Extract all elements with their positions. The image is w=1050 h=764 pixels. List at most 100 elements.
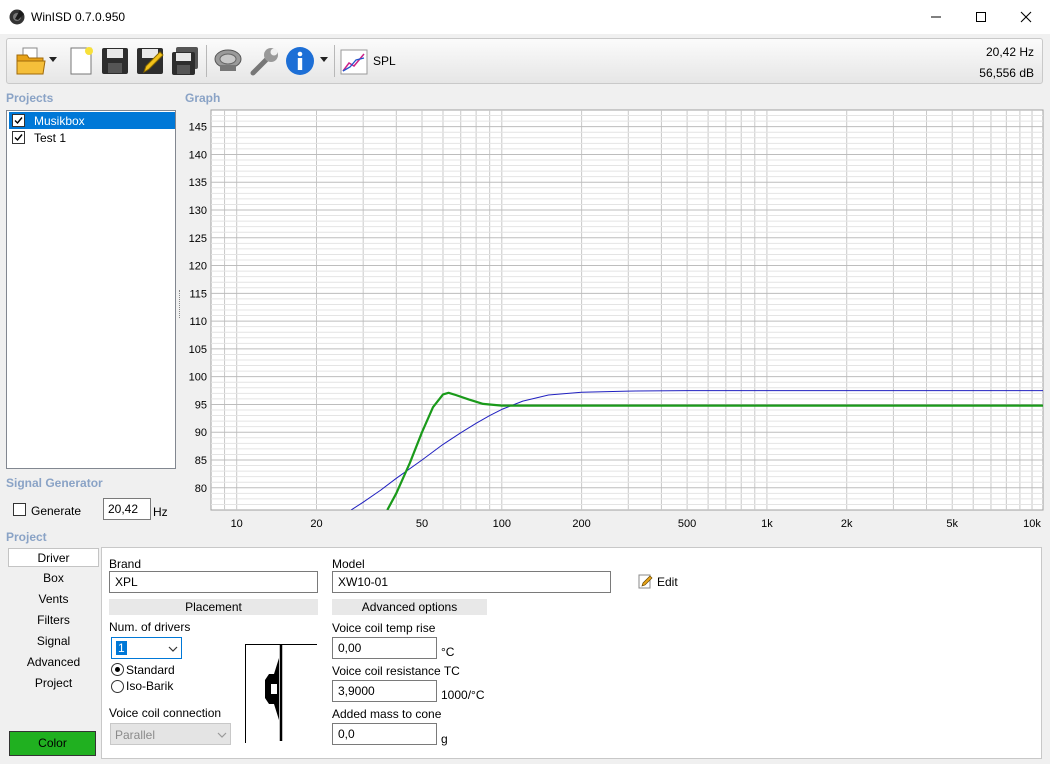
checkmark-icon bbox=[14, 117, 23, 125]
x-tick-label: 1k bbox=[761, 518, 773, 530]
temp-rise-input[interactable]: 0,00 bbox=[332, 637, 437, 659]
nav-vents[interactable]: Vents bbox=[8, 590, 99, 609]
info-dropdown-chevron-icon[interactable] bbox=[320, 57, 328, 63]
project-checkbox[interactable] bbox=[12, 114, 25, 127]
y-tick-label: 105 bbox=[189, 344, 207, 356]
driver-icon[interactable] bbox=[212, 45, 244, 77]
toolbar: SPL bbox=[6, 38, 1043, 84]
resistance-tc-label: Voice coil resistance TC bbox=[332, 664, 460, 678]
x-tick-label: 50 bbox=[416, 518, 428, 530]
color-button[interactable]: Color bbox=[9, 731, 96, 756]
num-drivers-value: 1 bbox=[116, 641, 127, 655]
driver-panel: Brand XPL Model XW10-01 Edit Placement N… bbox=[101, 547, 1042, 759]
save-as-icon[interactable] bbox=[134, 45, 166, 77]
minimize-button[interactable] bbox=[913, 0, 959, 34]
minimize-icon bbox=[931, 16, 941, 18]
graph-heading: Graph bbox=[185, 91, 221, 105]
project-nav: Driver Box Vents Filters Signal Advanced… bbox=[6, 546, 99, 758]
project-label: Musikbox bbox=[31, 114, 88, 128]
y-tick-label: 90 bbox=[195, 427, 207, 439]
advanced-options-header: Advanced options bbox=[332, 599, 487, 615]
isobarik-label: Iso-Barik bbox=[126, 679, 174, 693]
info-icon[interactable] bbox=[284, 45, 316, 77]
voice-coil-connection-value: Parallel bbox=[115, 728, 156, 742]
y-tick-label: 140 bbox=[189, 149, 207, 161]
title-bar: WinISD 0.7.0.950 bbox=[0, 0, 1050, 34]
project-heading: Project bbox=[6, 530, 47, 544]
standard-label: Standard bbox=[126, 663, 175, 677]
close-button[interactable] bbox=[1003, 0, 1049, 34]
resistance-tc-unit: 1000/°C bbox=[441, 688, 485, 702]
project-item-musikbox[interactable]: Musikbox bbox=[9, 112, 175, 129]
spl-graph-button[interactable]: SPL bbox=[340, 45, 400, 77]
y-tick-label: 125 bbox=[189, 233, 207, 245]
y-tick-label: 80 bbox=[195, 483, 207, 495]
x-tick-label: 200 bbox=[572, 518, 590, 530]
y-tick-label: 145 bbox=[189, 122, 207, 134]
generator-frequency-input[interactable]: 20,42 bbox=[103, 498, 151, 520]
temp-rise-unit: °C bbox=[441, 645, 455, 659]
open-dropdown-chevron-icon[interactable] bbox=[49, 57, 57, 63]
project-checkbox[interactable] bbox=[12, 131, 25, 144]
x-tick-label: 5k bbox=[946, 518, 958, 530]
x-tick-label: 10k bbox=[1023, 518, 1041, 530]
spl-graph[interactable]: 80 85 90 95 100 105 110 115 120 125 130 135 140 145 10… bbox=[180, 106, 1044, 538]
maximize-button[interactable] bbox=[958, 0, 1004, 34]
projects-list[interactable]: Musikbox Test 1 bbox=[6, 110, 176, 469]
edit-driver-button[interactable]: Edit bbox=[638, 573, 698, 591]
generate-checkbox[interactable] bbox=[13, 503, 26, 516]
generate-label: Generate bbox=[31, 504, 82, 518]
app-logo-icon bbox=[9, 9, 25, 25]
brand-field[interactable]: XPL bbox=[109, 571, 318, 593]
x-tick-label: 10 bbox=[231, 518, 243, 530]
y-tick-label: 130 bbox=[189, 205, 207, 217]
cursor-level-readout: 56,556 dB bbox=[979, 66, 1034, 80]
save-all-icon[interactable] bbox=[169, 45, 201, 77]
edit-pencil-icon bbox=[638, 574, 653, 589]
generator-frequency-unit: Hz bbox=[153, 505, 168, 519]
y-tick-label: 115 bbox=[189, 288, 207, 300]
new-document-icon[interactable] bbox=[65, 45, 97, 77]
save-icon[interactable] bbox=[99, 45, 131, 77]
resistance-tc-input[interactable]: 3,9000 bbox=[332, 680, 437, 702]
maximize-icon bbox=[976, 12, 986, 22]
nav-signal[interactable]: Signal bbox=[8, 632, 99, 651]
nav-advanced[interactable]: Advanced bbox=[8, 653, 99, 672]
nav-project[interactable]: Project bbox=[8, 674, 99, 693]
y-tick-label: 135 bbox=[189, 177, 207, 189]
open-folder-icon[interactable] bbox=[15, 45, 47, 77]
nav-box[interactable]: Box bbox=[8, 569, 99, 588]
project-label: Test 1 bbox=[34, 131, 67, 145]
chevron-down-icon bbox=[168, 646, 178, 652]
signal-generator-heading: Signal Generator bbox=[6, 476, 103, 490]
window-title: WinISD 0.7.0.950 bbox=[31, 10, 126, 24]
spl-graph-label: SPL bbox=[373, 54, 396, 68]
brand-label: Brand bbox=[109, 557, 142, 571]
num-drivers-select[interactable]: 1 bbox=[111, 637, 182, 659]
settings-wrench-icon[interactable] bbox=[249, 45, 281, 77]
spl-graph-icon bbox=[340, 49, 368, 75]
project-item-test-1[interactable]: Test 1 bbox=[9, 129, 175, 146]
voice-coil-connection-label: Voice coil connection bbox=[109, 706, 222, 720]
nav-driver[interactable]: Driver bbox=[8, 548, 99, 567]
cursor-frequency-readout: 20,42 Hz bbox=[985, 45, 1034, 59]
model-field[interactable]: XW10-01 bbox=[332, 571, 611, 593]
placement-header: Placement bbox=[109, 599, 318, 615]
model-label: Model bbox=[332, 557, 365, 571]
chevron-down-icon bbox=[217, 732, 227, 738]
y-tick-label: 110 bbox=[189, 316, 207, 328]
added-mass-label: Added mass to cone bbox=[332, 707, 442, 721]
x-tick-label: 100 bbox=[493, 518, 511, 530]
standard-radio[interactable] bbox=[111, 663, 124, 676]
edit-label: Edit bbox=[657, 575, 678, 589]
close-icon bbox=[1020, 11, 1032, 23]
y-tick-label: 120 bbox=[189, 261, 207, 273]
isobarik-radio[interactable] bbox=[111, 680, 124, 693]
voice-coil-connection-select[interactable]: Parallel bbox=[110, 723, 231, 745]
x-tick-label: 500 bbox=[678, 518, 696, 530]
nav-filters[interactable]: Filters bbox=[8, 611, 99, 630]
added-mass-unit: g bbox=[441, 732, 448, 746]
added-mass-input[interactable]: 0,0 bbox=[332, 723, 437, 745]
x-tick-label: 2k bbox=[841, 518, 853, 530]
num-drivers-label: Num. of drivers bbox=[109, 620, 191, 634]
